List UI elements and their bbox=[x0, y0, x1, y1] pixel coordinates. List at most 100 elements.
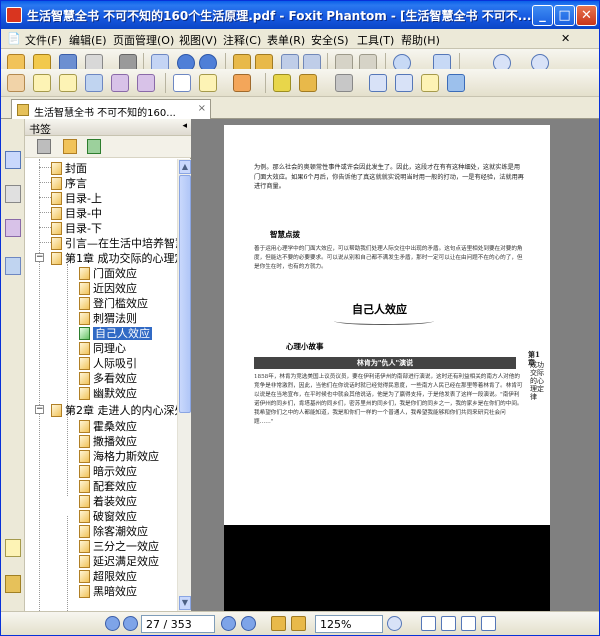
last-page-icon[interactable] bbox=[241, 616, 256, 631]
collapse-node-icon[interactable]: − bbox=[35, 253, 44, 262]
bookmark-icon bbox=[79, 357, 90, 370]
bookmark-item[interactable]: 破窗效应 bbox=[79, 508, 137, 523]
select-arrow-icon[interactable] bbox=[59, 74, 77, 92]
bookmark-item[interactable]: 黑暗效应 bbox=[79, 583, 137, 598]
close-button[interactable]: ✕ bbox=[576, 5, 597, 26]
chapter-heading: 自己人效应 bbox=[352, 303, 407, 316]
form-field-icon[interactable] bbox=[369, 74, 387, 92]
menu-tools[interactable]: 工具(T) bbox=[357, 32, 394, 48]
paperclip-icon[interactable] bbox=[5, 575, 21, 593]
menu-help[interactable]: 帮助(H) bbox=[401, 32, 440, 48]
title-bar[interactable]: 生活智慧全书 不可不知的160个生活原理.pdf - Foxit Phantom… bbox=[1, 1, 599, 29]
minimize-button[interactable]: _ bbox=[532, 5, 553, 26]
bookmark-item[interactable]: 封面 bbox=[51, 160, 87, 175]
zoom-out-status-icon[interactable] bbox=[387, 616, 402, 631]
menu-form[interactable]: 表单(R) bbox=[267, 32, 305, 48]
bookmark-item[interactable]: 延迟满足效应 bbox=[79, 553, 159, 568]
menu-view[interactable]: 视图(V) bbox=[179, 32, 217, 48]
bookmark-item[interactable]: 序言 bbox=[51, 175, 87, 190]
facing-page-icon[interactable] bbox=[461, 616, 476, 631]
scroll-up-icon[interactable]: ▲ bbox=[179, 160, 191, 174]
layers-panel-icon[interactable] bbox=[5, 219, 21, 237]
comments-panel-icon[interactable] bbox=[5, 539, 21, 557]
story-title-band: 林肯为"仇人"演说 bbox=[254, 357, 516, 369]
bookmark-item[interactable]: 着装效应 bbox=[79, 493, 137, 508]
attachments-panel-icon[interactable] bbox=[5, 257, 21, 275]
textbox-icon[interactable] bbox=[173, 74, 191, 92]
highlight-icon[interactable] bbox=[273, 74, 291, 92]
pages-panel-icon[interactable] bbox=[5, 185, 21, 203]
document-tab[interactable]: 生活智慧全书 不可不知的160... × bbox=[11, 99, 211, 119]
hand-icon[interactable] bbox=[7, 74, 25, 92]
bookmark-item[interactable]: 幽默效应 bbox=[79, 385, 137, 400]
scroll-down-icon[interactable]: ▼ bbox=[179, 596, 191, 610]
go-forward-icon[interactable] bbox=[291, 616, 306, 631]
app-icon[interactable] bbox=[6, 7, 22, 23]
menu-edit[interactable]: 编辑(E) bbox=[69, 32, 107, 48]
current-bookmark-icon bbox=[79, 327, 90, 340]
bookmark-item[interactable]: 门面效应 bbox=[79, 265, 137, 280]
new-bookmark-icon[interactable] bbox=[63, 139, 77, 154]
bookmark-item[interactable]: 目录-下 bbox=[51, 220, 102, 235]
bookmark-item[interactable]: 暗示效应 bbox=[79, 463, 137, 478]
bookmark-chapter-2[interactable]: − 第2章 走进人的内心深处 bbox=[35, 402, 177, 417]
bookmark-item[interactable]: 三分之一效应 bbox=[79, 538, 159, 553]
bookmark-item[interactable]: 登门槛效应 bbox=[79, 295, 148, 310]
mdi-close-icon[interactable]: ✕ bbox=[561, 32, 570, 45]
menu-file[interactable]: 文件(F) bbox=[25, 32, 62, 48]
bookmark-item[interactable]: 多看效应 bbox=[79, 370, 137, 385]
pdf-page: 为例。那么社会的奥顿常性事件或许会因此发生了。因此，这段才在有有这种细处，这就实… bbox=[224, 125, 550, 611]
continuous-facing-icon[interactable] bbox=[481, 616, 496, 631]
bookmarks-scrollbar[interactable]: ▲ ▼ bbox=[177, 159, 191, 611]
menu-comment[interactable]: 注释(C) bbox=[223, 32, 261, 48]
typewriter-icon[interactable] bbox=[111, 74, 129, 92]
bookmark-item[interactable]: 人际吸引 bbox=[79, 355, 137, 370]
comment-icon[interactable] bbox=[395, 74, 413, 92]
bookmark-item[interactable]: 刺猬法则 bbox=[79, 310, 137, 325]
bookmark-item-selected[interactable]: 自己人效应 bbox=[79, 325, 152, 340]
bookmark-item[interactable]: 除客潮效应 bbox=[79, 523, 148, 538]
section-title-story: 心理小故事 bbox=[286, 342, 324, 351]
continuous-page-icon[interactable] bbox=[441, 616, 456, 631]
collapse-node-icon[interactable]: − bbox=[35, 405, 44, 414]
lock-icon[interactable] bbox=[299, 74, 317, 92]
bookmark-item[interactable]: 目录-中 bbox=[51, 205, 102, 220]
zoom-level-field[interactable]: 125% bbox=[315, 615, 383, 633]
bookmark-item[interactable]: 配套效应 bbox=[79, 478, 137, 493]
image-icon[interactable] bbox=[137, 74, 155, 92]
bookmark-item[interactable]: 超限效应 bbox=[79, 568, 137, 583]
bookmarks-panel-icon[interactable] bbox=[5, 151, 21, 169]
maximize-button[interactable]: □ bbox=[554, 5, 575, 26]
go-back-icon[interactable] bbox=[271, 616, 286, 631]
bookmark-item[interactable]: 海格力斯效应 bbox=[79, 448, 159, 463]
document-viewer[interactable]: 为例。那么社会的奥顿常性事件或许会因此发生了。因此，这段才在有有这种细处，这就实… bbox=[191, 119, 599, 611]
bookmark-icon bbox=[51, 404, 62, 417]
bookmark-item[interactable]: 撒播效应 bbox=[79, 433, 137, 448]
bookmark-icon bbox=[79, 540, 90, 553]
menu-page-manage[interactable]: 页面管理(O) bbox=[113, 32, 174, 48]
snapshot-icon[interactable] bbox=[85, 74, 103, 92]
scrollbar-thumb[interactable] bbox=[179, 175, 191, 413]
page-number-field[interactable]: 27 / 353 bbox=[141, 615, 215, 633]
single-page-icon[interactable] bbox=[421, 616, 436, 631]
note-icon[interactable] bbox=[199, 74, 217, 92]
first-page-icon[interactable] bbox=[105, 616, 120, 631]
collapse-panel-icon[interactable]: ◂ bbox=[182, 121, 187, 131]
sign-icon[interactable] bbox=[335, 74, 353, 92]
prev-page-icon[interactable] bbox=[123, 616, 138, 631]
next-page-icon[interactable] bbox=[221, 616, 236, 631]
menu-security[interactable]: 安全(S) bbox=[311, 32, 349, 48]
select-text-icon[interactable] bbox=[33, 74, 51, 92]
tab-close-icon[interactable]: × bbox=[198, 103, 206, 114]
arrow-tool-icon[interactable] bbox=[447, 74, 465, 92]
bookmark-chapter-1[interactable]: − 第1章 成功交际的心理定 bbox=[35, 250, 177, 265]
bookmark-item[interactable]: 同理心 bbox=[79, 340, 126, 355]
bookmark-item[interactable]: 目录-上 bbox=[51, 190, 102, 205]
bookmark-item[interactable]: 引言—在生活中培养智慧 bbox=[51, 235, 177, 250]
stamp-icon[interactable] bbox=[233, 74, 251, 92]
expand-bookmark-icon[interactable] bbox=[87, 139, 101, 154]
bookmark-item[interactable]: 霍桑效应 bbox=[79, 418, 137, 433]
bookmark-item[interactable]: 近因效应 bbox=[79, 280, 137, 295]
delete-bookmark-icon[interactable] bbox=[37, 139, 51, 154]
callout-icon[interactable] bbox=[421, 74, 439, 92]
